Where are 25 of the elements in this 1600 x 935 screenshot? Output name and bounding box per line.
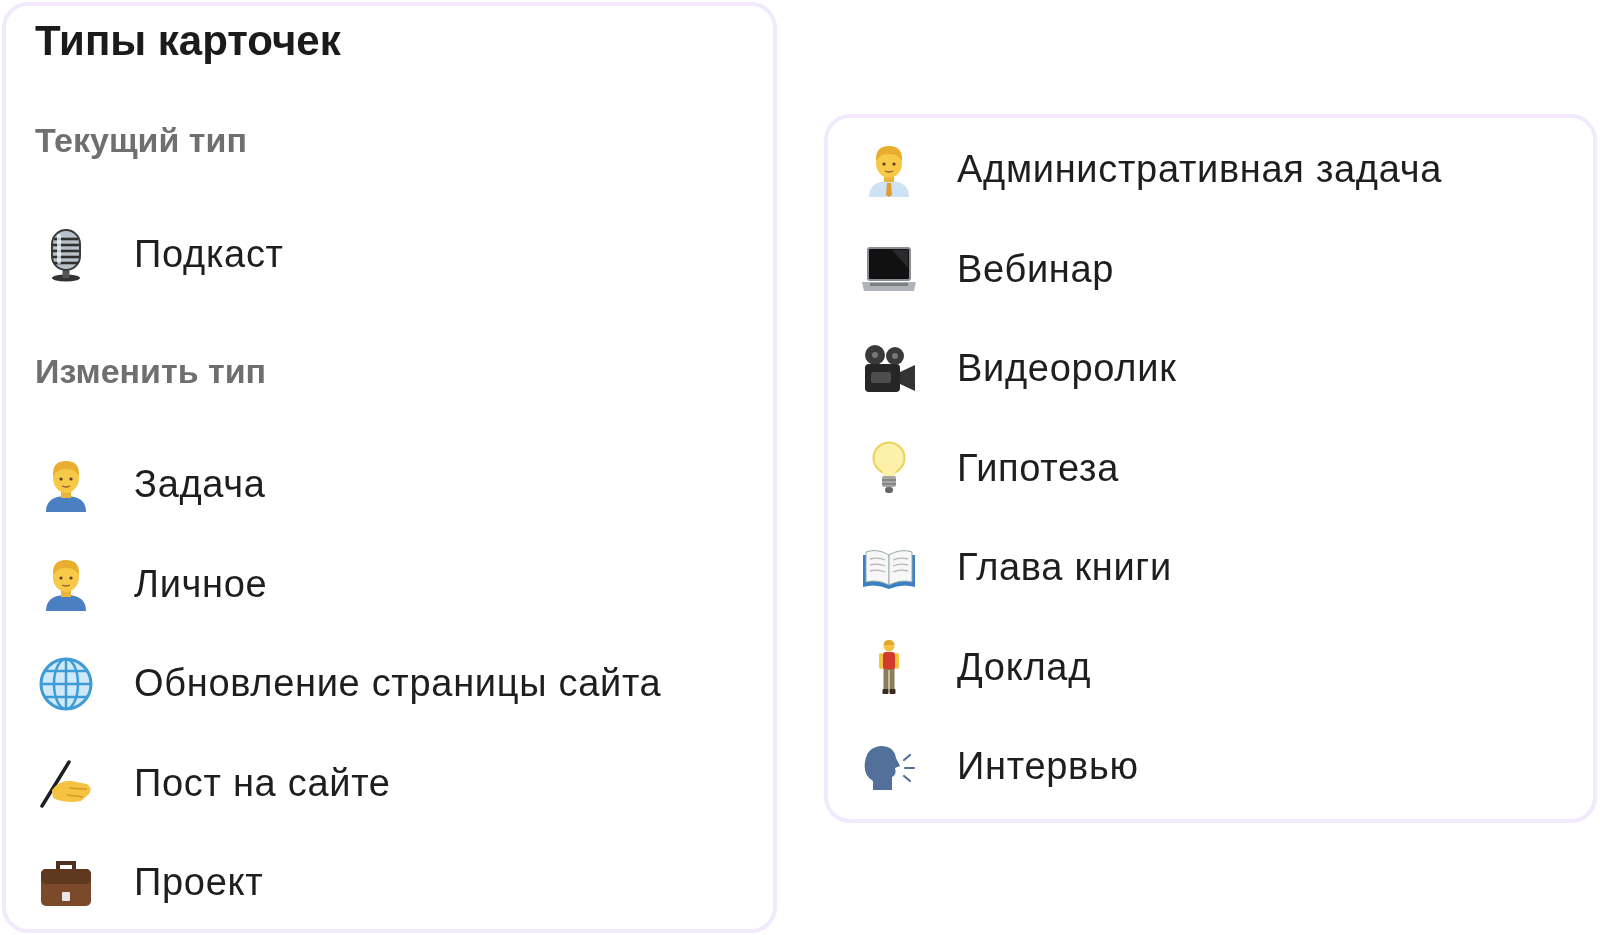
card-type-option[interactable]: Задача <box>6 435 266 535</box>
standing-person-icon <box>878 640 900 695</box>
card-type-option[interactable]: Доклад <box>828 617 1092 717</box>
writing-hand-icon <box>39 758 93 809</box>
light-bulb-icon <box>872 441 906 496</box>
speaking-head-icon <box>862 743 916 790</box>
globe-icon <box>39 656 93 711</box>
section-heading: Текущий тип <box>35 120 247 161</box>
panel-title: Типы карточек <box>35 17 341 65</box>
card-type-option[interactable]: Административная задача <box>828 120 1443 220</box>
card-type-option[interactable]: Глава книги <box>828 518 1172 618</box>
card-type-option[interactable]: Видеоролик <box>828 319 1177 419</box>
card-type-option[interactable]: Личное <box>6 534 268 634</box>
card-type-option[interactable]: Вебинар <box>828 219 1115 319</box>
card-type-option[interactable]: Обновление страницы сайта <box>6 634 662 734</box>
section-heading: Изменить тип <box>35 351 267 392</box>
card-type-option[interactable]: Гипотеза <box>828 418 1119 518</box>
movie-camera-icon <box>862 343 916 394</box>
person-icon <box>43 557 89 612</box>
card-type-option[interactable]: Интервью <box>828 717 1139 817</box>
laptop-icon <box>862 246 916 293</box>
current-type-label: Подкаст <box>134 233 284 277</box>
card-type-option[interactable]: Проект <box>6 833 264 933</box>
card-type-option[interactable]: Пост на сайте <box>6 733 391 833</box>
briefcase-icon <box>39 858 93 907</box>
